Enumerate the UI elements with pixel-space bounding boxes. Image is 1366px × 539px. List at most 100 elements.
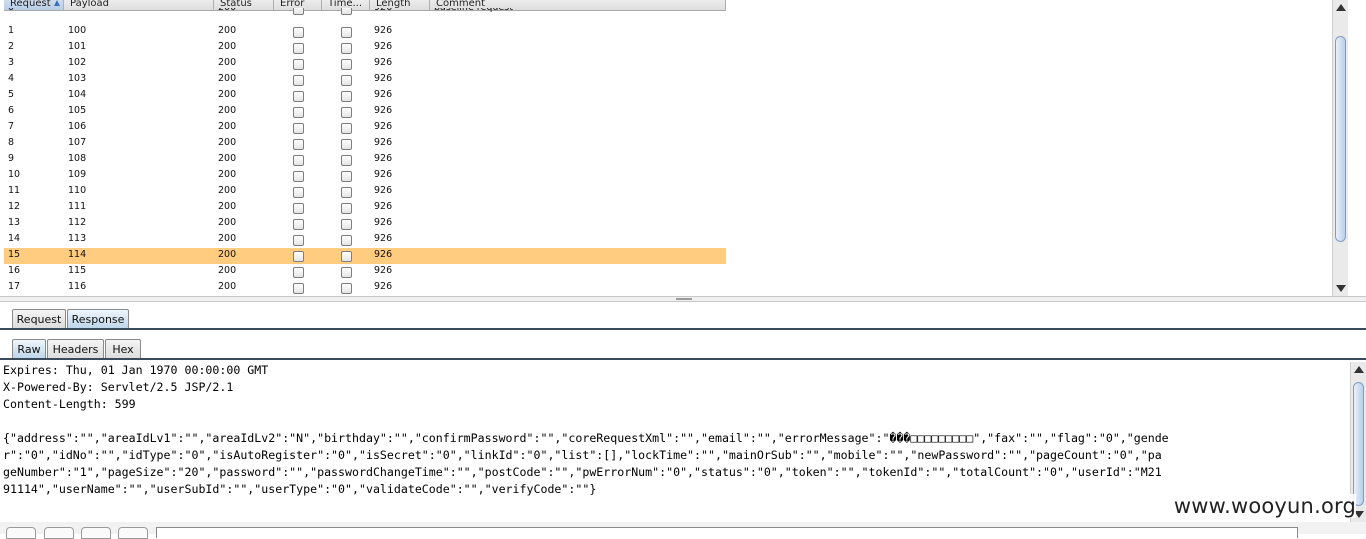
previous-button[interactable] [44, 527, 74, 539]
error-checkbox[interactable] [293, 219, 304, 230]
scroll-thumb[interactable] [1335, 36, 1346, 242]
table-row-partial[interactable]: 0 200 926 baseline request [4, 8, 726, 17]
error-checkbox[interactable] [293, 91, 304, 102]
error-checkbox[interactable] [293, 59, 304, 70]
error-checkbox[interactable] [293, 283, 304, 294]
error-checkbox[interactable] [293, 123, 304, 134]
tab-raw[interactable]: Raw [12, 339, 46, 359]
error-checkbox[interactable] [293, 8, 304, 15]
table-row[interactable]: 10 109 200 926 [4, 168, 726, 184]
cell-status: 200 [218, 233, 237, 244]
timeout-checkbox[interactable] [341, 43, 352, 54]
splitter-grip-icon[interactable] [676, 298, 692, 300]
error-checkbox[interactable] [293, 75, 304, 86]
error-checkbox[interactable] [293, 235, 304, 246]
timeout-checkbox[interactable] [341, 235, 352, 246]
timeout-checkbox[interactable] [341, 91, 352, 102]
pane-splitter[interactable] [0, 296, 1366, 302]
tab-request[interactable]: Request [12, 309, 66, 329]
watermark: www.wooyun.org [1173, 494, 1356, 518]
timeout-checkbox[interactable] [341, 171, 352, 182]
table-row[interactable]: 1 100 200 926 [4, 24, 726, 40]
cell-payload: 109 [68, 169, 87, 180]
cell-length: 926 [374, 73, 393, 84]
timeout-checkbox[interactable] [341, 107, 352, 118]
timeout-checkbox[interactable] [341, 219, 352, 230]
cell-status: 200 [218, 105, 237, 116]
cell-status: 200 [218, 89, 237, 100]
cell-comment [430, 24, 726, 40]
timeout-checkbox[interactable] [341, 8, 352, 15]
cell-status: 200 [218, 137, 237, 148]
table-row[interactable]: 7 106 200 926 [4, 120, 726, 136]
timeout-checkbox[interactable] [341, 267, 352, 278]
timeout-checkbox[interactable] [341, 27, 352, 38]
cell-payload: 106 [68, 121, 87, 132]
table-row[interactable]: 5 104 200 926 [4, 88, 726, 104]
timeout-checkbox[interactable] [341, 59, 352, 70]
cell-error [274, 152, 322, 168]
error-checkbox[interactable] [293, 187, 304, 198]
help-button[interactable] [6, 527, 36, 539]
error-checkbox[interactable] [293, 139, 304, 150]
cell-length: 926 [374, 249, 393, 260]
table-row[interactable]: 15 114 200 926 [4, 248, 726, 264]
tab-underline [0, 358, 1366, 360]
timeout-checkbox[interactable] [341, 155, 352, 166]
table-row[interactable]: 17 116 200 926 [4, 280, 726, 296]
scroll-thumb[interactable] [1353, 382, 1364, 506]
table-row[interactable]: 6 105 200 926 [4, 104, 726, 120]
arrow-up-icon[interactable] [1354, 366, 1364, 373]
response-line: Content-Length: 599 [3, 397, 136, 411]
timeout-checkbox[interactable] [341, 123, 352, 134]
timeout-checkbox[interactable] [341, 203, 352, 214]
timeout-checkbox[interactable] [341, 187, 352, 198]
results-table[interactable]: Request Payload Status Error Time... Len… [0, 0, 1348, 296]
error-checkbox[interactable] [293, 27, 304, 38]
timeout-checkbox[interactable] [341, 75, 352, 86]
timeout-checkbox[interactable] [341, 251, 352, 262]
table-row[interactable]: 8 107 200 926 [4, 136, 726, 152]
cell-error [274, 8, 322, 17]
tab-response[interactable]: Response [67, 309, 129, 329]
table-row[interactable]: 2 101 200 926 [4, 40, 726, 56]
table-row[interactable]: 9 108 200 926 [4, 152, 726, 168]
cell-error [274, 104, 322, 120]
timeout-checkbox[interactable] [341, 139, 352, 150]
cell-status: 200 [218, 121, 237, 132]
table-row[interactable]: 3 102 200 926 [4, 56, 726, 72]
error-checkbox[interactable] [293, 155, 304, 166]
table-row[interactable]: 14 113 200 926 [4, 232, 726, 248]
table-row[interactable]: 12 111 200 926 [4, 200, 726, 216]
error-checkbox[interactable] [293, 171, 304, 182]
table-row[interactable]: 11 110 200 926 [4, 184, 726, 200]
error-checkbox[interactable] [293, 267, 304, 278]
cell-comment [430, 72, 726, 88]
arrow-down-icon[interactable] [1336, 285, 1346, 292]
timeout-checkbox[interactable] [341, 283, 352, 294]
arrow-up-icon[interactable] [1336, 4, 1346, 11]
cell-comment [430, 184, 726, 200]
table-row[interactable]: 16 115 200 926 [4, 264, 726, 280]
tab-hex[interactable]: Hex [105, 339, 141, 359]
response-raw-editor[interactable]: Expires: Thu, 01 Jan 1970 00:00:00 GMT X… [0, 362, 1348, 522]
view-tabbar: Raw Headers Hex [0, 336, 1366, 360]
next-button[interactable] [118, 527, 148, 539]
cell-payload: 101 [68, 41, 87, 52]
error-checkbox[interactable] [293, 107, 304, 118]
cell-request: 0 [4, 8, 64, 17]
add-button[interactable] [81, 527, 111, 539]
error-checkbox[interactable] [293, 43, 304, 54]
search-input[interactable] [156, 527, 1298, 538]
cell-comment [430, 56, 726, 72]
cell-error [274, 184, 322, 200]
cell-request: 16 [8, 265, 21, 276]
error-checkbox[interactable] [293, 203, 304, 214]
cell-comment [430, 280, 726, 296]
table-vertical-scrollbar[interactable] [1332, 0, 1348, 296]
tab-headers[interactable]: Headers [47, 339, 104, 359]
table-row[interactable]: 13 112 200 926 [4, 216, 726, 232]
table-row[interactable]: 4 103 200 926 [4, 72, 726, 88]
cell-timeout [322, 248, 370, 264]
error-checkbox[interactable] [293, 251, 304, 262]
